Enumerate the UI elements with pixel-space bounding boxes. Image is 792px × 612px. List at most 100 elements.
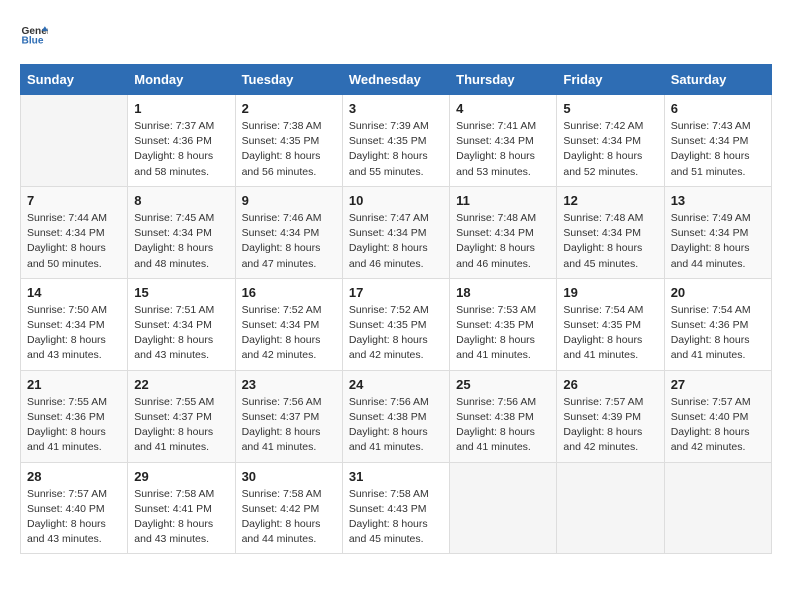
day-detail: Sunrise: 7:57 AM Sunset: 4:40 PM Dayligh… — [671, 395, 765, 456]
day-cell: 13 Sunrise: 7:49 AM Sunset: 4:34 PM Dayli… — [664, 186, 771, 278]
week-row-3: 14Sunrise: 7:50 AM Sunset: 4:34 PM Dayli… — [21, 278, 772, 370]
day-detail: Sunrise: 7:48 AM Sunset: 4:34 PM Dayligh… — [456, 211, 550, 272]
week-row-5: 28 Sunrise: 7:57 AM Sunset: 4:40 PM Dayli… — [21, 462, 772, 554]
day-detail: Sunrise: 7:56 AM Sunset: 4:37 PM Dayligh… — [242, 395, 336, 456]
day-detail: Sunrise: 7:44 AM Sunset: 4:34 PM Dayligh… — [27, 211, 121, 272]
day-cell: 16Sunrise: 7:52 AM Sunset: 4:34 PM Dayli… — [235, 278, 342, 370]
day-cell: 4 Sunrise: 7:41 AM Sunset: 4:34 PM Daylig… — [450, 95, 557, 187]
day-number: 13 — [671, 193, 765, 208]
header: General Blue — [20, 20, 772, 48]
header-row: SundayMondayTuesdayWednesdayThursdayFrid… — [21, 65, 772, 95]
day-detail: Sunrise: 7:58 AM Sunset: 4:43 PM Dayligh… — [349, 487, 443, 548]
day-cell: 9 Sunrise: 7:46 AM Sunset: 4:34 PM Daylig… — [235, 186, 342, 278]
day-detail: Sunrise: 7:57 AM Sunset: 4:39 PM Dayligh… — [563, 395, 657, 456]
day-detail: Sunrise: 7:37 AM Sunset: 4:36 PM Dayligh… — [134, 119, 228, 180]
logo-icon: General Blue — [20, 20, 48, 48]
day-number: 7 — [27, 193, 121, 208]
header-cell-friday: Friday — [557, 65, 664, 95]
day-detail: Sunrise: 7:46 AM Sunset: 4:34 PM Dayligh… — [242, 211, 336, 272]
day-cell: 26 Sunrise: 7:57 AM Sunset: 4:39 PM Dayli… — [557, 370, 664, 462]
day-detail: Sunrise: 7:48 AM Sunset: 4:34 PM Dayligh… — [563, 211, 657, 272]
day-cell — [21, 95, 128, 187]
day-number: 19 — [563, 285, 657, 300]
day-number: 27 — [671, 377, 765, 392]
day-number: 2 — [242, 101, 336, 116]
day-number: 1 — [134, 101, 228, 116]
day-cell: 21 Sunrise: 7:55 AM Sunset: 4:36 PM Dayli… — [21, 370, 128, 462]
day-number: 28 — [27, 469, 121, 484]
day-cell: 10 Sunrise: 7:47 AM Sunset: 4:34 PM Dayli… — [342, 186, 449, 278]
day-number: 23 — [242, 377, 336, 392]
day-detail: Sunrise: 7:38 AM Sunset: 4:35 PM Dayligh… — [242, 119, 336, 180]
logo: General Blue — [20, 20, 52, 48]
header-cell-sunday: Sunday — [21, 65, 128, 95]
week-row-1: 1 Sunrise: 7:37 AM Sunset: 4:36 PM Daylig… — [21, 95, 772, 187]
day-number: 16 — [242, 285, 336, 300]
day-cell: 29 Sunrise: 7:58 AM Sunset: 4:41 PM Dayli… — [128, 462, 235, 554]
day-cell — [557, 462, 664, 554]
day-number: 15 — [134, 285, 228, 300]
day-number: 26 — [563, 377, 657, 392]
day-detail: Sunrise: 7:51 AM Sunset: 4:34 PM Dayligh… — [134, 303, 228, 364]
day-cell: 25 Sunrise: 7:56 AM Sunset: 4:38 PM Dayli… — [450, 370, 557, 462]
day-number: 8 — [134, 193, 228, 208]
day-cell: 3 Sunrise: 7:39 AM Sunset: 4:35 PM Daylig… — [342, 95, 449, 187]
day-number: 9 — [242, 193, 336, 208]
day-cell: 28 Sunrise: 7:57 AM Sunset: 4:40 PM Dayli… — [21, 462, 128, 554]
day-cell: 19Sunrise: 7:54 AM Sunset: 4:35 PM Dayli… — [557, 278, 664, 370]
day-cell: 20 Sunrise: 7:54 AM Sunset: 4:36 PM Dayli… — [664, 278, 771, 370]
header-cell-tuesday: Tuesday — [235, 65, 342, 95]
day-detail: Sunrise: 7:43 AM Sunset: 4:34 PM Dayligh… — [671, 119, 765, 180]
day-cell: 22Sunrise: 7:55 AM Sunset: 4:37 PM Dayli… — [128, 370, 235, 462]
day-cell: 8Sunrise: 7:45 AM Sunset: 4:34 PM Daylig… — [128, 186, 235, 278]
day-number: 31 — [349, 469, 443, 484]
day-number: 30 — [242, 469, 336, 484]
day-cell: 2 Sunrise: 7:38 AM Sunset: 4:35 PM Daylig… — [235, 95, 342, 187]
week-row-4: 21 Sunrise: 7:55 AM Sunset: 4:36 PM Dayli… — [21, 370, 772, 462]
day-detail: Sunrise: 7:42 AM Sunset: 4:34 PM Dayligh… — [563, 119, 657, 180]
day-detail: Sunrise: 7:53 AM Sunset: 4:35 PM Dayligh… — [456, 303, 550, 364]
day-cell: 31 Sunrise: 7:58 AM Sunset: 4:43 PM Dayli… — [342, 462, 449, 554]
day-detail: Sunrise: 7:41 AM Sunset: 4:34 PM Dayligh… — [456, 119, 550, 180]
header-cell-wednesday: Wednesday — [342, 65, 449, 95]
day-detail: Sunrise: 7:56 AM Sunset: 4:38 PM Dayligh… — [349, 395, 443, 456]
week-row-2: 7 Sunrise: 7:44 AM Sunset: 4:34 PM Daylig… — [21, 186, 772, 278]
day-number: 29 — [134, 469, 228, 484]
day-number: 21 — [27, 377, 121, 392]
day-number: 12 — [563, 193, 657, 208]
day-cell: 6 Sunrise: 7:43 AM Sunset: 4:34 PM Daylig… — [664, 95, 771, 187]
day-cell: 1 Sunrise: 7:37 AM Sunset: 4:36 PM Daylig… — [128, 95, 235, 187]
day-detail: Sunrise: 7:55 AM Sunset: 4:36 PM Dayligh… — [27, 395, 121, 456]
day-cell: 23 Sunrise: 7:56 AM Sunset: 4:37 PM Dayli… — [235, 370, 342, 462]
day-cell — [450, 462, 557, 554]
day-cell: 15 Sunrise: 7:51 AM Sunset: 4:34 PM Dayli… — [128, 278, 235, 370]
header-cell-saturday: Saturday — [664, 65, 771, 95]
day-number: 4 — [456, 101, 550, 116]
day-number: 10 — [349, 193, 443, 208]
day-number: 14 — [27, 285, 121, 300]
day-number: 5 — [563, 101, 657, 116]
header-cell-monday: Monday — [128, 65, 235, 95]
day-cell: 24 Sunrise: 7:56 AM Sunset: 4:38 PM Dayli… — [342, 370, 449, 462]
day-number: 6 — [671, 101, 765, 116]
day-detail: Sunrise: 7:57 AM Sunset: 4:40 PM Dayligh… — [27, 487, 121, 548]
day-detail: Sunrise: 7:39 AM Sunset: 4:35 PM Dayligh… — [349, 119, 443, 180]
day-number: 3 — [349, 101, 443, 116]
day-cell: 12 Sunrise: 7:48 AM Sunset: 4:34 PM Dayli… — [557, 186, 664, 278]
day-cell: 7 Sunrise: 7:44 AM Sunset: 4:34 PM Daylig… — [21, 186, 128, 278]
day-number: 24 — [349, 377, 443, 392]
day-detail: Sunrise: 7:58 AM Sunset: 4:42 PM Dayligh… — [242, 487, 336, 548]
day-cell — [664, 462, 771, 554]
day-detail: Sunrise: 7:49 AM Sunset: 4:34 PM Dayligh… — [671, 211, 765, 272]
day-number: 25 — [456, 377, 550, 392]
day-detail: Sunrise: 7:58 AM Sunset: 4:41 PM Dayligh… — [134, 487, 228, 548]
day-number: 18 — [456, 285, 550, 300]
day-detail: Sunrise: 7:56 AM Sunset: 4:38 PM Dayligh… — [456, 395, 550, 456]
day-detail: Sunrise: 7:47 AM Sunset: 4:34 PM Dayligh… — [349, 211, 443, 272]
day-detail: Sunrise: 7:54 AM Sunset: 4:36 PM Dayligh… — [671, 303, 765, 364]
day-number: 20 — [671, 285, 765, 300]
day-cell: 14Sunrise: 7:50 AM Sunset: 4:34 PM Dayli… — [21, 278, 128, 370]
header-cell-thursday: Thursday — [450, 65, 557, 95]
day-number: 17 — [349, 285, 443, 300]
day-cell: 18 Sunrise: 7:53 AM Sunset: 4:35 PM Dayli… — [450, 278, 557, 370]
